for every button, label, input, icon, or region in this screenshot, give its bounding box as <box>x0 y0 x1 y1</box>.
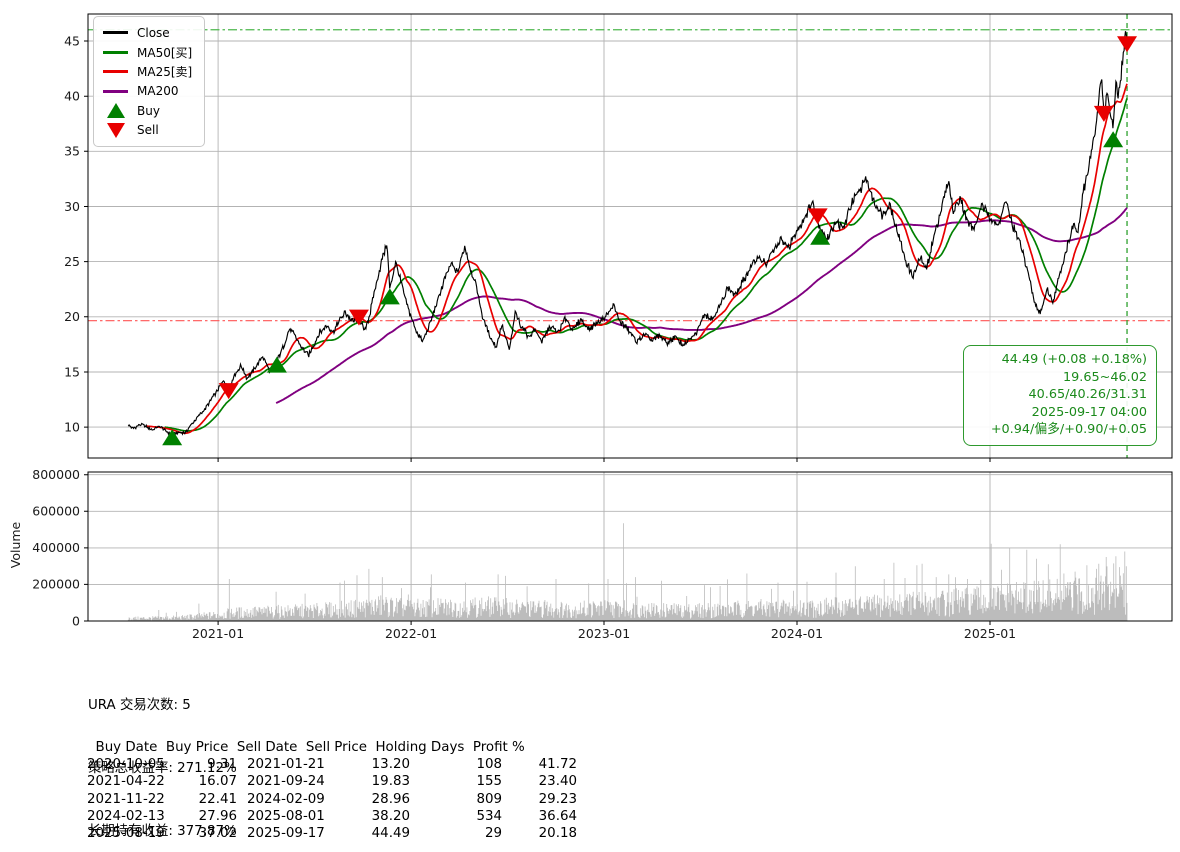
legend-item: MA200 <box>103 82 192 102</box>
legend-label: Sell <box>137 123 159 137</box>
trade-cell-holding-days: 534 <box>410 808 502 825</box>
legend-label: MA200 <box>137 84 178 98</box>
trade-row: 2020-10-059.312021-01-2113.2010841.72 <box>87 756 577 773</box>
volume-bars <box>128 523 1127 621</box>
trade-cell-buy-date: 2025-08-19 <box>87 825 175 842</box>
trade-cell-buy-price: 27.96 <box>175 808 237 825</box>
svg-text:30: 30 <box>64 199 80 214</box>
trade-cell-sell-price: 28.96 <box>347 791 410 808</box>
trade-cell-profit-: 29.23 <box>502 791 577 808</box>
svg-text:2021-01: 2021-01 <box>192 626 244 641</box>
info-timestamp: 2025-09-17 04:00 <box>973 404 1147 422</box>
trade-cell-buy-price: 16.07 <box>175 773 237 790</box>
info-ma-values: 40.65/40.26/31.31 <box>973 386 1147 404</box>
legend-label: Buy <box>137 104 160 118</box>
trade-cell-buy-date: 2021-04-22 <box>87 773 175 790</box>
info-price-range: 19.65~46.02 <box>973 369 1147 387</box>
legend-item: Buy <box>103 101 192 121</box>
trade-row: 2025-08-1937.022025-09-1744.492920.18 <box>87 825 577 842</box>
trade-cell-buy-date: 2021-11-22 <box>87 791 175 808</box>
trade-cell-sell-date: 2025-09-17 <box>237 825 347 842</box>
svg-text:0: 0 <box>72 613 80 628</box>
sell-marker <box>349 310 369 326</box>
info-last-price: 44.49 (+0.08 +0.18%) <box>973 351 1147 369</box>
trade-cell-profit-: 23.40 <box>502 773 577 790</box>
quote-info-box: 44.49 (+0.08 +0.18%) 19.65~46.02 40.65/4… <box>963 345 1157 446</box>
trade-cell-sell-date: 2021-09-24 <box>237 773 347 790</box>
sell-marker-icon <box>107 123 125 138</box>
svg-text:2022-01: 2022-01 <box>385 626 437 641</box>
legend-label: Close <box>137 26 170 40</box>
svg-text:25: 25 <box>64 254 80 269</box>
trade-cell-buy-date: 2024-02-13 <box>87 808 175 825</box>
trade-row: 2021-04-2216.072021-09-2419.8315523.40 <box>87 773 577 790</box>
trade-cell-holding-days: 108 <box>410 756 502 773</box>
svg-text:800000: 800000 <box>32 467 80 482</box>
legend-line-swatch <box>103 70 128 73</box>
svg-text:600000: 600000 <box>32 504 80 519</box>
trade-cell-profit-: 36.64 <box>502 808 577 825</box>
svg-text:15: 15 <box>64 364 80 379</box>
trade-count-line: URA 交易次数: 5 <box>88 695 237 716</box>
legend-line-swatch <box>103 51 128 54</box>
strategy-backtest-screen: 10 15 20 25 30 35 40 45 0 200000 400000 600000 80000… <box>0 0 1180 852</box>
volume-axis-label: Volume <box>8 515 23 575</box>
trade-cell-profit-: 20.18 <box>502 825 577 842</box>
legend-line-swatch <box>103 90 128 93</box>
chart-legend: Close MA50[买] MA25[卖] MA200 Buy Sell <box>93 16 205 147</box>
trade-table-header: Buy Date Buy Price Sell Date Sell Price … <box>87 739 577 756</box>
legend-item: MA50[买] <box>103 43 192 63</box>
trade-cell-sell-price: 38.20 <box>347 808 410 825</box>
svg-text:400000: 400000 <box>32 540 80 555</box>
buy-marker <box>1103 131 1123 147</box>
svg-text:2025-01: 2025-01 <box>964 626 1016 641</box>
trade-row: 2021-11-2222.412024-02-0928.9680929.23 <box>87 791 577 808</box>
legend-item: MA25[卖] <box>103 62 192 82</box>
trade-cell-sell-price: 13.20 <box>347 756 410 773</box>
svg-text:200000: 200000 <box>32 577 80 592</box>
trade-cell-buy-price: 22.41 <box>175 791 237 808</box>
legend-label: MA50[买] <box>137 44 192 61</box>
info-indicator: +0.94/偏多/+0.90/+0.05 <box>973 421 1147 439</box>
trade-cell-buy-date: 2020-10-05 <box>87 756 175 773</box>
trade-cell-holding-days: 809 <box>410 791 502 808</box>
svg-text:35: 35 <box>64 144 80 159</box>
trade-cell-buy-price: 9.31 <box>175 756 237 773</box>
svg-text:45: 45 <box>64 33 80 48</box>
trade-cell-holding-days: 29 <box>410 825 502 842</box>
trade-cell-sell-date: 2025-08-01 <box>237 808 347 825</box>
trade-cell-sell-price: 19.83 <box>347 773 410 790</box>
svg-text:10: 10 <box>64 419 80 434</box>
trade-cell-sell-date: 2024-02-09 <box>237 791 347 808</box>
legend-label: MA25[卖] <box>137 63 192 80</box>
legend-item: Close <box>103 23 192 43</box>
trade-record-table: Buy Date Buy Price Sell Date Sell Price … <box>87 739 577 842</box>
grid <box>88 14 1172 621</box>
svg-text:2024-01: 2024-01 <box>771 626 823 641</box>
legend-line-swatch <box>103 31 128 34</box>
sell-marker <box>1117 36 1137 52</box>
buy-marker-icon <box>107 103 125 118</box>
trade-cell-sell-price: 44.49 <box>347 825 410 842</box>
legend-item: Sell <box>103 121 192 141</box>
trade-cell-holding-days: 155 <box>410 773 502 790</box>
trade-cell-profit-: 41.72 <box>502 756 577 773</box>
trade-table-body: 2020-10-059.312021-01-2113.2010841.72202… <box>87 756 577 842</box>
trade-cell-buy-price: 37.02 <box>175 825 237 842</box>
svg-text:20: 20 <box>64 309 80 324</box>
trade-row: 2024-02-1327.962025-08-0138.2053436.64 <box>87 808 577 825</box>
trade-cell-sell-date: 2021-01-21 <box>237 756 347 773</box>
svg-text:2023-01: 2023-01 <box>578 626 630 641</box>
svg-text:40: 40 <box>64 88 80 103</box>
